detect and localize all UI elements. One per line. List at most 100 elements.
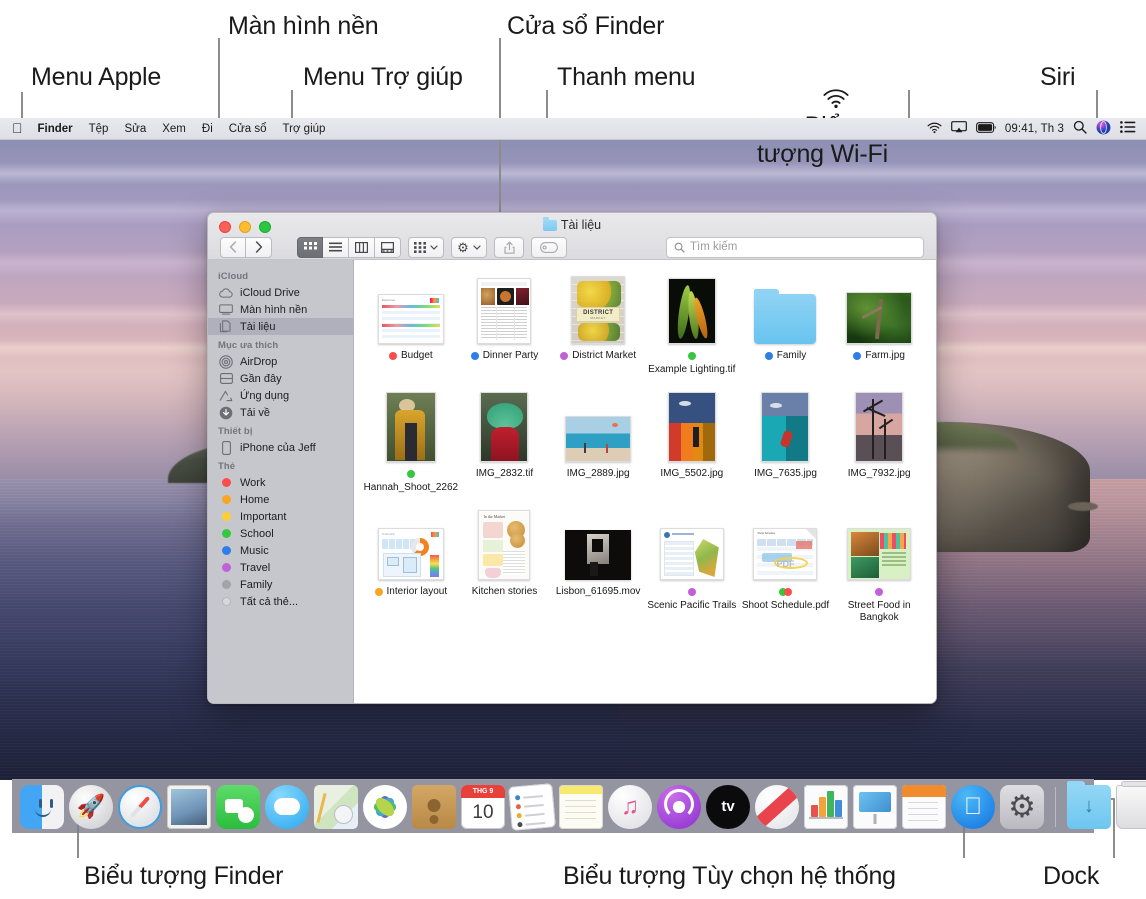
file-item[interactable]: IMG_2832.tif	[458, 390, 552, 494]
sidebar-item-icloud-drive[interactable]: iCloud Drive	[208, 284, 353, 301]
file-item[interactable]: DISTRICT MARKET District Market	[551, 272, 645, 376]
clock[interactable]: 09:41, Th 3	[1005, 123, 1064, 135]
search-field[interactable]: Tìm kiếm	[666, 237, 924, 258]
leader-line-siri	[1096, 90, 1098, 120]
desktop-icon	[219, 303, 233, 317]
dock-item-contacts[interactable]	[412, 785, 456, 829]
back-button[interactable]	[220, 237, 246, 258]
file-label: IMG_2832.tif	[476, 468, 533, 480]
dock-item-numbers[interactable]	[804, 785, 848, 829]
dock-item-photos[interactable]	[363, 785, 407, 829]
column-view-button[interactable]	[349, 237, 375, 258]
file-grid: Expenses Budget	[354, 272, 936, 624]
battery-icon[interactable]	[976, 122, 996, 136]
sidebar-item-all-tags[interactable]: Tất cả thẻ...	[208, 593, 353, 610]
dock-item-maps[interactable]	[314, 785, 358, 829]
dock-item-keynote[interactable]	[853, 785, 897, 829]
dock-item-itunes[interactable]	[608, 785, 652, 829]
share-button[interactable]	[494, 237, 524, 258]
dock-item-downloads-folder[interactable]	[1067, 785, 1111, 829]
dock-item-finder[interactable]	[20, 785, 64, 829]
file-item[interactable]: Farm.jpg	[832, 272, 926, 376]
dock-item-safari[interactable]	[118, 785, 162, 829]
sidebar-label: AirDrop	[240, 356, 277, 368]
dock-item-system-preferences[interactable]	[1000, 785, 1044, 829]
file-item[interactable]: IMG_5502.jpg	[645, 390, 739, 494]
dock-item-launchpad[interactable]	[69, 785, 113, 829]
dock-item-pages[interactable]	[902, 785, 946, 829]
file-item[interactable]: IMG_2889.jpg	[551, 390, 645, 494]
sidebar-label: Music	[240, 545, 269, 557]
control-center-icon[interactable]	[1120, 121, 1136, 136]
dock-item-notes[interactable]	[559, 785, 603, 829]
sidebar-item-tag-music[interactable]: Music	[208, 542, 353, 559]
finder-content[interactable]: Expenses Budget	[354, 260, 936, 703]
sidebar-item-tag-important[interactable]: Important	[208, 508, 353, 525]
sidebar-item-recents[interactable]: Gần đây	[208, 370, 353, 387]
callout-help-menu: Menu Trợ giúp	[303, 63, 463, 91]
file-item[interactable]: IMG_7932.jpg	[832, 390, 926, 494]
callout-finder-icon: Biểu tượng Finder	[84, 862, 283, 890]
menu-item-help[interactable]: Trợ giúp	[275, 123, 334, 135]
file-label: Example Lighting.tif	[646, 350, 738, 376]
dock-item-apple-tv[interactable]: tv	[706, 785, 750, 829]
file-item[interactable]: Dinner Party	[458, 272, 552, 376]
file-item[interactable]: Family	[739, 272, 833, 376]
finder-titlebar[interactable]: Tài liệu	[208, 213, 936, 260]
list-view-button[interactable]	[323, 237, 349, 258]
sidebar-item-tag-travel[interactable]: Travel	[208, 559, 353, 576]
file-item[interactable]: Scenic Pacific Trails	[645, 508, 739, 624]
file-item[interactable]: IMG_7635.jpg	[739, 390, 833, 494]
file-item[interactable]: Expenses Budget	[364, 272, 458, 376]
sidebar-item-tag-work[interactable]: Work	[208, 474, 353, 491]
file-item[interactable]: Lisbon_61695.mov	[551, 508, 645, 624]
finder-window[interactable]: Tài liệu	[207, 212, 937, 704]
sidebar-item-tag-home[interactable]: Home	[208, 491, 353, 508]
apple-menu-icon[interactable]: 	[10, 121, 30, 135]
menu-item-finder[interactable]: Finder	[30, 123, 81, 135]
menu-item-file[interactable]: Tệp	[81, 123, 117, 135]
cloud-icon	[219, 286, 233, 300]
menu-item-go[interactable]: Đi	[194, 123, 221, 135]
action-menu-button[interactable]: ⚙	[451, 237, 487, 258]
sidebar-header-icloud: iCloud	[208, 266, 353, 284]
sidebar-item-applications[interactable]: Ứng dụng	[208, 387, 353, 404]
file-item[interactable]: Street Food in Bangkok	[832, 508, 926, 624]
menu-item-view[interactable]: Xem	[154, 123, 194, 135]
dock-item-news[interactable]	[755, 785, 799, 829]
file-item[interactable]: Hannah_Shoot_2262	[364, 390, 458, 494]
dock-item-podcasts[interactable]	[657, 785, 701, 829]
wifi-icon[interactable]	[927, 122, 942, 136]
group-by-button[interactable]	[408, 237, 444, 258]
sidebar-item-iphone[interactable]: iPhone của Jeff	[208, 439, 353, 456]
dock-item-facetime[interactable]	[216, 785, 260, 829]
dock-item-calendar[interactable]: THG 9 10	[461, 785, 505, 829]
sidebar-item-airdrop[interactable]: AirDrop	[208, 353, 353, 370]
dock-item-trash[interactable]	[1116, 785, 1146, 829]
sidebar-item-documents[interactable]: Tài liệu	[208, 318, 353, 335]
dock-item-reminders[interactable]	[508, 783, 556, 831]
dock-item-messages[interactable]	[265, 785, 309, 829]
sidebar-item-tag-family[interactable]: Family	[208, 576, 353, 593]
thumbnail	[846, 272, 912, 344]
file-item[interactable]: Example Lighting.tif	[645, 272, 739, 376]
file-item[interactable]: X Fund S. Interior layout	[364, 508, 458, 624]
siri-icon[interactable]	[1096, 120, 1111, 138]
dock-item-app-store[interactable]: 	[951, 785, 995, 829]
airdrop-icon	[219, 355, 233, 369]
menu-item-window[interactable]: Cửa sổ	[221, 123, 275, 135]
icon-view-button[interactable]	[297, 237, 323, 258]
sidebar-item-downloads[interactable]: Tải về	[208, 404, 353, 421]
sidebar-item-desktop[interactable]: Màn hình nền	[208, 301, 353, 318]
edit-tags-button[interactable]	[531, 237, 567, 258]
forward-button[interactable]	[246, 237, 272, 258]
leader-line-wifi-icon	[908, 90, 910, 120]
spotlight-search-icon[interactable]	[1073, 120, 1087, 137]
sidebar-item-tag-school[interactable]: School	[208, 525, 353, 542]
file-item[interactable]: In the Market Kitchen stories	[458, 508, 552, 624]
gallery-view-button[interactable]	[375, 237, 401, 258]
dock-item-mail[interactable]	[167, 785, 211, 829]
airplay-icon[interactable]	[951, 121, 967, 136]
file-item[interactable]: Shoot Schedule PDF Shoot Schedule.pd	[739, 508, 833, 624]
menu-item-edit[interactable]: Sửa	[116, 123, 154, 135]
